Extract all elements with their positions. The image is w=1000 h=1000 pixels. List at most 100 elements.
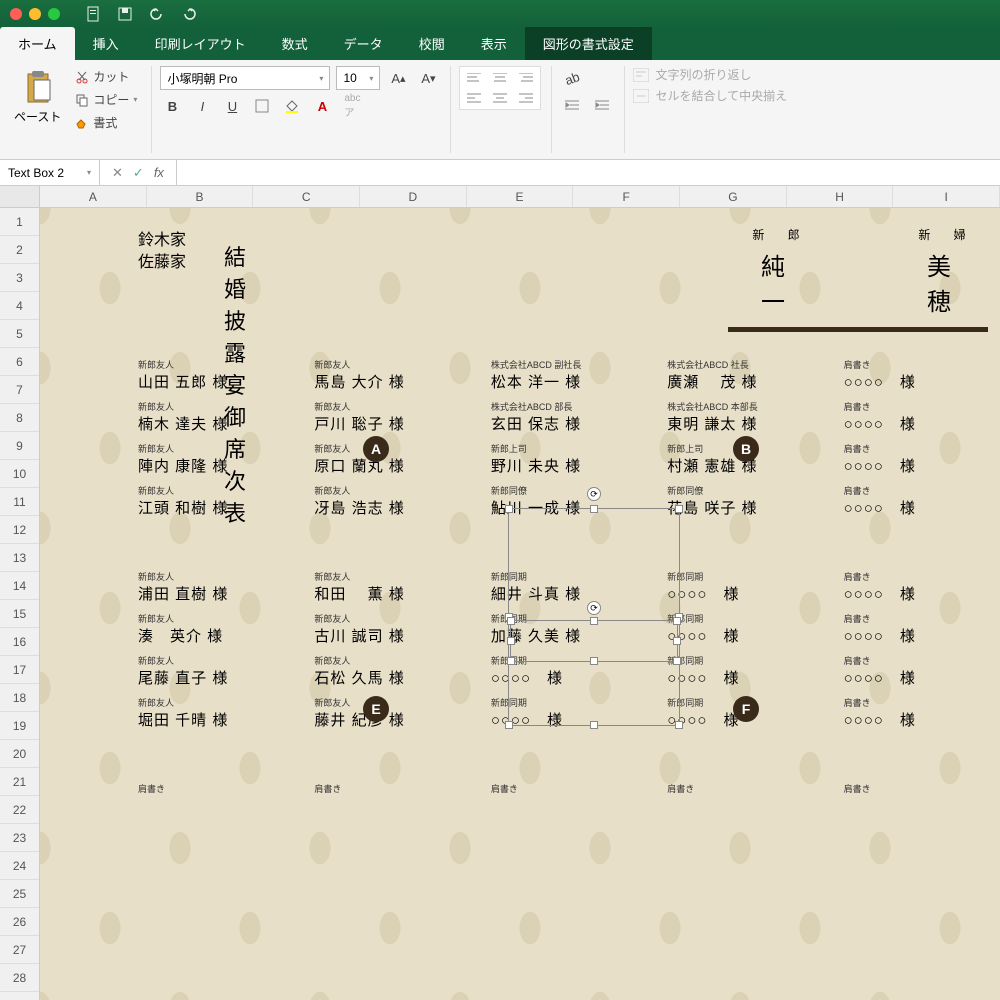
row-header-4[interactable]: 4 xyxy=(0,292,39,320)
tab-layout[interactable]: 印刷レイアウト xyxy=(137,27,264,60)
row-header-19[interactable]: 19 xyxy=(0,712,39,740)
bold-button[interactable]: B xyxy=(160,94,184,118)
row-header-23[interactable]: 23 xyxy=(0,824,39,852)
format-painter[interactable]: 書式 xyxy=(71,112,141,133)
col-header-C[interactable]: C xyxy=(253,186,360,207)
row-header-12[interactable]: 12 xyxy=(0,516,39,544)
paste-button[interactable]: ペースト xyxy=(10,66,65,133)
save-icon[interactable] xyxy=(117,6,133,22)
row-header-15[interactable]: 15 xyxy=(0,600,39,628)
window-close[interactable] xyxy=(10,8,22,20)
row-header-17[interactable]: 17 xyxy=(0,656,39,684)
resize-handle[interactable] xyxy=(505,505,513,513)
resize-handle[interactable] xyxy=(673,637,681,645)
resize-handle[interactable] xyxy=(507,617,515,625)
align-top-left[interactable] xyxy=(462,69,486,87)
merge-cells[interactable]: セルを結合して中央揃え xyxy=(633,87,787,104)
row-header-6[interactable]: 6 xyxy=(0,348,39,376)
border-button[interactable] xyxy=(250,94,274,118)
row-header-3[interactable]: 3 xyxy=(0,264,39,292)
document-icon[interactable] xyxy=(85,6,101,22)
row-header-27[interactable]: 27 xyxy=(0,936,39,964)
row-header-5[interactable]: 5 xyxy=(0,320,39,348)
fill-color[interactable] xyxy=(280,94,304,118)
wrap-text[interactable]: 文字列の折り返し xyxy=(633,66,787,83)
row-header-10[interactable]: 10 xyxy=(0,460,39,488)
cut-button[interactable]: カット xyxy=(71,66,141,87)
align-top-right[interactable] xyxy=(514,69,538,87)
resize-handle[interactable] xyxy=(675,505,683,513)
tab-shape-format[interactable]: 図形の書式設定 xyxy=(525,27,652,60)
indent-decrease[interactable] xyxy=(560,94,584,118)
resize-handle[interactable] xyxy=(505,721,513,729)
col-header-B[interactable]: B xyxy=(147,186,254,207)
font-color[interactable]: A xyxy=(310,94,334,118)
shape-selection-inner[interactable]: ⟳ xyxy=(510,620,678,662)
resize-handle[interactable] xyxy=(590,721,598,729)
rotate-handle[interactable]: ⟳ xyxy=(587,601,601,615)
copy-button[interactable]: コピー▾ xyxy=(71,89,141,110)
worksheet-canvas[interactable]: 鈴木家 佐藤家 結婚披露宴御席次表 新 郎 純 一 新 婦 美 穂 新郎友人山田… xyxy=(40,208,1000,1000)
font-size-select[interactable]: 10▾ xyxy=(336,66,380,90)
row-header-21[interactable]: 21 xyxy=(0,768,39,796)
italic-button[interactable]: I xyxy=(190,94,214,118)
resize-handle[interactable] xyxy=(590,617,598,625)
row-header-13[interactable]: 13 xyxy=(0,544,39,572)
select-all-corner[interactable] xyxy=(0,186,40,207)
row-header-24[interactable]: 24 xyxy=(0,852,39,880)
resize-handle[interactable] xyxy=(590,657,598,665)
orientation-button[interactable]: ab xyxy=(560,66,584,90)
align-left[interactable] xyxy=(462,89,486,107)
underline-button[interactable]: U xyxy=(220,94,244,118)
resize-handle[interactable] xyxy=(590,505,598,513)
formula-input[interactable] xyxy=(176,160,1000,185)
row-header-18[interactable]: 18 xyxy=(0,684,39,712)
col-header-G[interactable]: G xyxy=(680,186,787,207)
row-header-14[interactable]: 14 xyxy=(0,572,39,600)
row-header-26[interactable]: 26 xyxy=(0,908,39,936)
col-header-D[interactable]: D xyxy=(360,186,467,207)
row-header-7[interactable]: 7 xyxy=(0,376,39,404)
resize-handle[interactable] xyxy=(507,637,515,645)
redo-icon[interactable] xyxy=(181,6,197,22)
row-header-11[interactable]: 11 xyxy=(0,488,39,516)
tab-data[interactable]: データ xyxy=(326,27,401,60)
window-minimize[interactable] xyxy=(29,8,41,20)
align-right[interactable] xyxy=(514,89,538,107)
resize-handle[interactable] xyxy=(673,657,681,665)
resize-handle[interactable] xyxy=(673,617,681,625)
undo-icon[interactable] xyxy=(149,6,165,22)
tab-formulas[interactable]: 数式 xyxy=(264,27,326,60)
resize-handle[interactable] xyxy=(675,721,683,729)
col-header-A[interactable]: A xyxy=(40,186,147,207)
align-top-center[interactable] xyxy=(488,69,512,87)
font-family-select[interactable]: 小塚明朝 Pro▾ xyxy=(160,66,330,90)
col-header-H[interactable]: H xyxy=(787,186,894,207)
rotate-handle[interactable]: ⟳ xyxy=(587,487,601,501)
fx-icon[interactable]: fx xyxy=(154,165,164,180)
indent-increase[interactable] xyxy=(590,94,614,118)
row-header-25[interactable]: 25 xyxy=(0,880,39,908)
col-header-F[interactable]: F xyxy=(573,186,680,207)
row-header-16[interactable]: 16 xyxy=(0,628,39,656)
tab-home[interactable]: ホーム xyxy=(0,27,75,60)
row-header-22[interactable]: 22 xyxy=(0,796,39,824)
tab-view[interactable]: 表示 xyxy=(463,27,525,60)
grow-font[interactable]: A▴ xyxy=(386,66,410,90)
align-center[interactable] xyxy=(488,89,512,107)
phonetic-button[interactable]: abcア xyxy=(340,94,364,118)
row-header-28[interactable]: 28 xyxy=(0,964,39,992)
name-box[interactable]: Text Box 2▾ xyxy=(0,160,100,185)
row-header-1[interactable]: 1 xyxy=(0,208,39,236)
window-maximize[interactable] xyxy=(48,8,60,20)
col-header-I[interactable]: I xyxy=(893,186,1000,207)
row-header-2[interactable]: 2 xyxy=(0,236,39,264)
tab-review[interactable]: 校閲 xyxy=(401,27,463,60)
row-header-20[interactable]: 20 xyxy=(0,740,39,768)
row-header-9[interactable]: 9 xyxy=(0,432,39,460)
shrink-font[interactable]: A▾ xyxy=(416,66,440,90)
tab-insert[interactable]: 挿入 xyxy=(75,27,137,60)
resize-handle[interactable] xyxy=(507,657,515,665)
row-header-8[interactable]: 8 xyxy=(0,404,39,432)
col-header-E[interactable]: E xyxy=(467,186,574,207)
